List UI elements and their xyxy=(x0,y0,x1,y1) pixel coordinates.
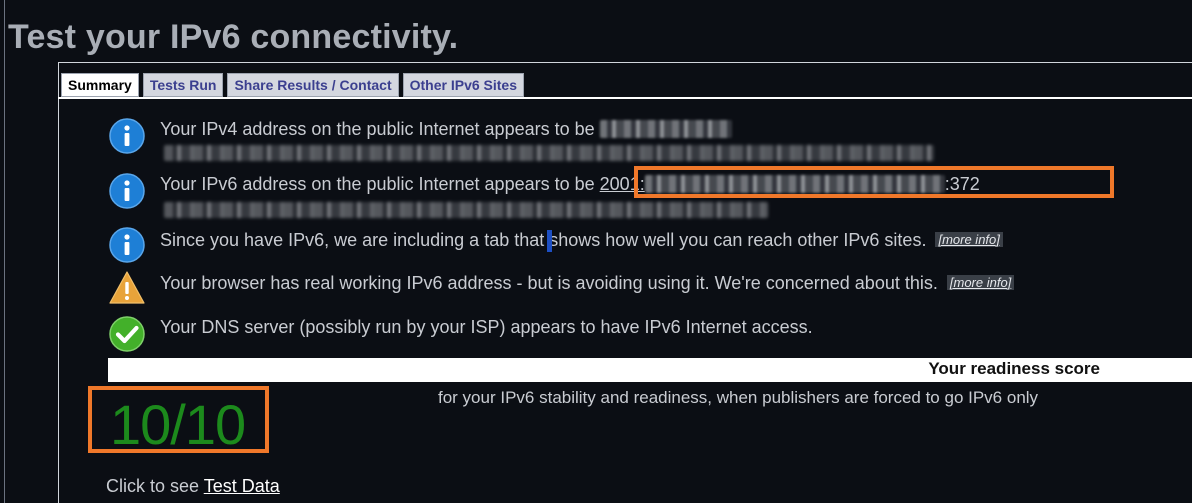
tab-info-text-rest: that shows how well you can reach other … xyxy=(514,230,927,250)
message-text: Your DNS server (possibly run by your IS… xyxy=(160,317,813,338)
tab-info-text: Since you have IPv6, we are including a … xyxy=(160,230,510,250)
info-icon xyxy=(108,226,146,264)
tab-divider xyxy=(58,97,1192,99)
page-title: Test your IPv6 connectivity. xyxy=(8,18,459,56)
test-data-line: Click to see Test Data xyxy=(106,476,280,497)
panel-left-border xyxy=(58,62,59,503)
readiness-score-label: Your readiness score xyxy=(928,359,1100,378)
message-text: Since you have IPv6, we are including a … xyxy=(160,230,1003,251)
warning-icon xyxy=(108,269,146,307)
ipv6-highlight-box xyxy=(634,166,1114,198)
score-highlight-box xyxy=(88,386,269,453)
tab-other-ipv6-sites[interactable]: Other IPv6 Sites xyxy=(402,73,524,97)
readiness-score-subtitle: for your IPv6 stability and readiness, w… xyxy=(438,388,1039,407)
redacted-ipv4 xyxy=(599,120,732,138)
left-border xyxy=(4,0,5,503)
more-info-link[interactable]: [more info] xyxy=(946,275,1015,290)
page: Test your IPv6 connectivity. Summary Tes… xyxy=(0,0,1192,503)
ipv6-label: Your IPv6 address on the public Internet… xyxy=(160,174,595,194)
test-data-link[interactable]: Test Data xyxy=(204,476,280,496)
panel-top-border xyxy=(58,62,1192,63)
message-text: Your IPv4 address on the public Internet… xyxy=(160,119,732,140)
redacted-hostname xyxy=(164,145,934,161)
tab-share-results[interactable]: Share Results / Contact xyxy=(227,73,399,97)
redacted-ipv6-host xyxy=(164,202,768,218)
text-cursor xyxy=(547,230,552,252)
readiness-score-bar: Your readiness score xyxy=(108,358,1192,382)
tab-summary[interactable]: Summary xyxy=(61,73,139,97)
info-icon xyxy=(108,117,146,155)
more-info-link[interactable]: [more info] xyxy=(935,232,1003,247)
tab-bar: Summary Tests Run Share Results / Contac… xyxy=(61,73,524,97)
warning-text: Your browser has real working IPv6 addre… xyxy=(160,273,938,293)
ipv4-label: Your IPv4 address on the public Internet… xyxy=(160,119,595,139)
info-icon xyxy=(108,172,146,210)
dns-text: Your DNS server (possibly run by your IS… xyxy=(160,317,813,337)
check-icon xyxy=(108,315,146,353)
message-text: Your browser has real working IPv6 addre… xyxy=(160,273,1015,294)
test-data-prefix: Click to see xyxy=(106,476,204,496)
tab-tests-run[interactable]: Tests Run xyxy=(142,73,224,97)
